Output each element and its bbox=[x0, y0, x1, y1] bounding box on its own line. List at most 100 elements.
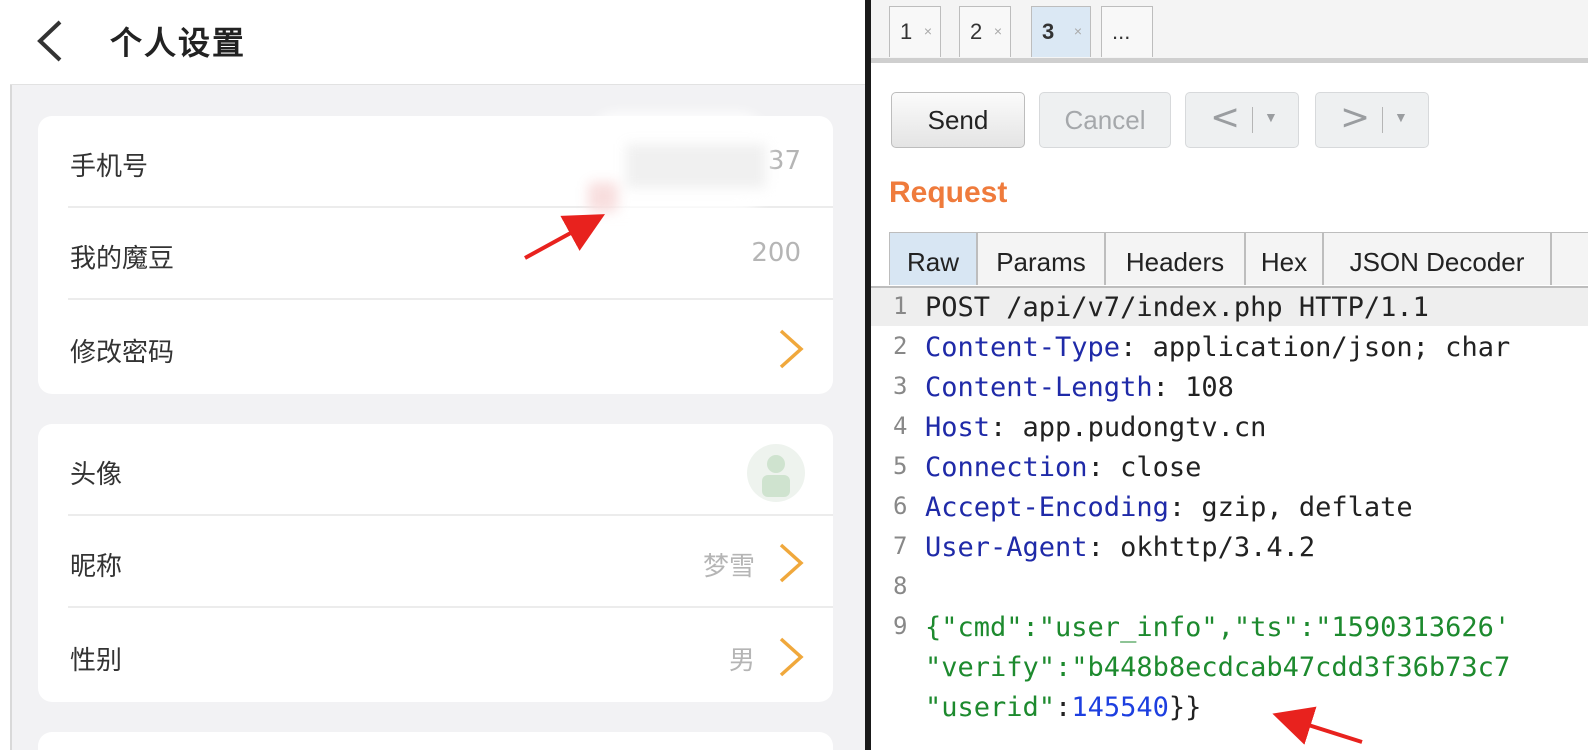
tab-params[interactable]: Params bbox=[977, 232, 1105, 285]
chevron-right-icon bbox=[777, 328, 805, 370]
header-line: Content-Length: 108 bbox=[925, 372, 1234, 403]
json-colon: : bbox=[1055, 692, 1072, 723]
divider bbox=[68, 606, 833, 608]
http-repeater-panel: 1 × 2 × 3 × ... Send Cancel < ▼ > ▼ Requ… bbox=[871, 0, 1588, 750]
cancel-button[interactable]: Cancel bbox=[1039, 92, 1171, 148]
header-name: Content-Length bbox=[925, 372, 1153, 403]
close-icon[interactable]: × bbox=[924, 23, 932, 39]
close-icon[interactable]: × bbox=[1074, 23, 1082, 39]
tab-label: 3 bbox=[1042, 19, 1055, 44]
header-value: : application/json; char bbox=[1120, 332, 1511, 363]
tab-hex[interactable]: Hex bbox=[1245, 232, 1323, 285]
line-number: 7 bbox=[893, 532, 908, 560]
change-password-row[interactable]: 修改密码 bbox=[38, 302, 833, 394]
tab-label: Headers bbox=[1125, 247, 1225, 277]
tab-label: Params bbox=[996, 247, 1086, 277]
header-line: Content-Type: application/json; char bbox=[925, 332, 1510, 363]
tab-label: 2 bbox=[970, 19, 983, 44]
mobile-settings-screen: 个人设置 手机号 37 我的魔豆 200 修改密码 头像 昵称 梦雪 性别 男 bbox=[0, 0, 865, 750]
chevron-left-icon: < bbox=[1210, 97, 1241, 138]
tab-label: JSON Decoder bbox=[1349, 247, 1525, 277]
json-body-line: "userid":145540}} bbox=[925, 692, 1201, 723]
change-password-label: 修改密码 bbox=[70, 338, 175, 368]
divider bbox=[68, 298, 833, 300]
next-card bbox=[38, 732, 833, 750]
header-name: Accept-Encoding bbox=[925, 492, 1169, 523]
avatar-label: 头像 bbox=[70, 460, 123, 490]
line-number: 1 bbox=[893, 292, 908, 320]
json-body-line: "verify":"b448b8ecdcab47cdd3f36b73c7 bbox=[925, 652, 1511, 683]
phone-number-label: 手机号 bbox=[70, 152, 149, 182]
tab-more[interactable]: ... bbox=[1101, 6, 1153, 57]
tab-3[interactable]: 3 × bbox=[1031, 6, 1091, 57]
request-view-tabs: Raw Params Headers Hex JSON Decoder bbox=[871, 230, 1588, 288]
tab-label: 1 bbox=[900, 19, 913, 44]
header-value: : close bbox=[1087, 452, 1202, 483]
tab-headers[interactable]: Headers bbox=[1105, 232, 1245, 285]
profile-card: 头像 昵称 梦雪 性别 男 bbox=[38, 424, 833, 702]
user-icon bbox=[762, 455, 790, 497]
dropdown-icon[interactable]: ▼ bbox=[1264, 109, 1278, 125]
header-line: Connection: close bbox=[925, 452, 1201, 483]
close-icon[interactable]: × bbox=[994, 23, 1002, 39]
tab-raw[interactable]: Raw bbox=[889, 232, 977, 285]
chevron-right-icon bbox=[777, 636, 805, 678]
header-value: : 108 bbox=[1152, 372, 1234, 403]
json-key: "userid" bbox=[925, 692, 1056, 723]
back-history-button[interactable]: < ▼ bbox=[1185, 92, 1299, 148]
gender-row[interactable]: 性别 男 bbox=[38, 610, 833, 702]
phone-number-value: 37 bbox=[767, 146, 801, 176]
magic-beans-value: 200 bbox=[751, 238, 801, 268]
dropdown-icon[interactable]: ▼ bbox=[1394, 109, 1408, 125]
magic-beans-row[interactable]: 我的魔豆 200 bbox=[38, 208, 833, 300]
nav-bar: 个人设置 bbox=[10, 0, 865, 85]
separator bbox=[1382, 107, 1383, 133]
header-value: : app.pudongtv.cn bbox=[990, 412, 1267, 443]
back-button[interactable] bbox=[30, 18, 70, 64]
avatar bbox=[747, 444, 805, 502]
nickname-value: 梦雪 bbox=[702, 552, 755, 582]
avatar-row[interactable]: 头像 bbox=[38, 424, 833, 516]
header-value: : gzip, deflate bbox=[1168, 492, 1413, 523]
nickname-label: 昵称 bbox=[70, 552, 123, 582]
line-number: 9 bbox=[893, 612, 908, 640]
header-line: Accept-Encoding: gzip, deflate bbox=[925, 492, 1413, 523]
chevron-left-icon bbox=[37, 20, 62, 62]
header-line: Host: app.pudongtv.cn bbox=[925, 412, 1266, 443]
tab-1[interactable]: 1 × bbox=[889, 6, 941, 57]
tab-json-decoder[interactable]: JSON Decoder bbox=[1323, 232, 1551, 285]
request-line: POST /api/v7/index.php HTTP/1.1 bbox=[925, 292, 1429, 323]
json-body-line: {"cmd":"user_info","ts":"1590313626' bbox=[925, 612, 1511, 643]
tab-label: Hex bbox=[1260, 247, 1308, 277]
header-line: User-Agent: okhttp/3.4.2 bbox=[925, 532, 1315, 563]
userid-value: 145540 bbox=[1071, 692, 1169, 723]
request-heading: Request bbox=[889, 176, 1008, 209]
tab-overflow[interactable] bbox=[1551, 232, 1588, 285]
tab-label: Raw bbox=[906, 247, 959, 277]
repeater-tab-bar: 1 × 2 × 3 × ... bbox=[871, 0, 1588, 63]
line-number: 4 bbox=[893, 412, 908, 440]
forward-history-button[interactable]: > ▼ bbox=[1315, 92, 1429, 148]
tab-2[interactable]: 2 × bbox=[959, 6, 1011, 57]
line-number: 2 bbox=[893, 332, 908, 360]
cancel-label: Cancel bbox=[1064, 105, 1146, 135]
separator bbox=[1252, 107, 1253, 133]
header-name: User-Agent bbox=[925, 532, 1088, 563]
header-name: Content-Type bbox=[925, 332, 1121, 363]
gender-label: 性别 bbox=[70, 646, 123, 676]
redaction-mask bbox=[588, 182, 618, 212]
magic-beans-label: 我的魔豆 bbox=[70, 244, 175, 274]
send-button[interactable]: Send bbox=[891, 92, 1025, 148]
json-close: }} bbox=[1168, 692, 1202, 723]
gender-value: 男 bbox=[728, 646, 755, 676]
line-number: 8 bbox=[893, 572, 908, 600]
header-value: : okhttp/3.4.2 bbox=[1087, 532, 1316, 563]
header-name: Connection bbox=[925, 452, 1088, 483]
redaction-mask bbox=[626, 144, 766, 188]
line-number: 6 bbox=[893, 492, 908, 520]
chevron-right-icon: > bbox=[1340, 97, 1371, 138]
nickname-row[interactable]: 昵称 梦雪 bbox=[38, 516, 833, 608]
raw-request-editor[interactable]: 1 POST /api/v7/index.php HTTP/1.1 2 Cont… bbox=[871, 288, 1588, 750]
chevron-right-icon bbox=[777, 542, 805, 584]
redacted-phone-number bbox=[588, 112, 768, 212]
